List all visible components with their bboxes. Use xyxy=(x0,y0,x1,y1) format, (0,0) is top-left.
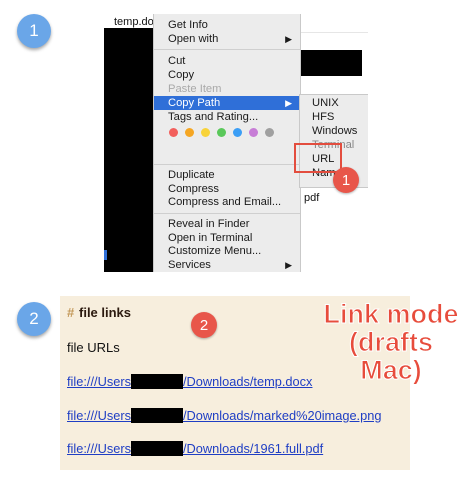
file-link[interactable]: file:///Users/Downloads/marked%20image.p… xyxy=(67,408,381,423)
menu-item-services[interactable]: Services ▶ xyxy=(154,258,300,272)
link-mode-line-1: Link mode xyxy=(323,299,459,329)
redacted-area xyxy=(300,50,362,76)
menu-item-compress-email[interactable]: Compress and Email... xyxy=(154,195,300,209)
menu-item-open-in-terminal[interactable]: Open in Terminal xyxy=(154,231,300,245)
menu-separator xyxy=(154,49,300,50)
tag-orange-icon[interactable] xyxy=(185,128,194,137)
link-prefix: file:///Users xyxy=(67,441,131,456)
file-link[interactable]: file:///Users/Downloads/temp.docx xyxy=(67,374,312,389)
submenu-item-hfs[interactable]: HFS xyxy=(312,111,334,123)
tag-gray-icon[interactable] xyxy=(265,128,274,137)
link-mode-line-2: (drafts Mac) xyxy=(348,327,433,385)
link-mode-overlay: Link mode (drafts Mac) xyxy=(316,299,466,385)
menu-separator xyxy=(154,164,300,165)
redacted-username xyxy=(131,441,183,456)
submenu-arrow-icon: ▶ xyxy=(285,34,292,44)
menu-item-paste-item: Paste Item xyxy=(168,83,222,95)
menu-item-duplicate[interactable]: Duplicate xyxy=(154,168,300,182)
link-suffix: /Downloads/temp.docx xyxy=(183,374,313,389)
context-menu: Get Info Open with ▶ Cut Copy Paste Item … xyxy=(153,14,301,272)
finder-screenshot: temp.docx pdf Get Info Open with ▶ Cut Co… xyxy=(104,14,368,272)
selection-edge xyxy=(104,250,107,260)
submenu-arrow-icon: ▶ xyxy=(285,98,292,108)
step-2-marker: 2 xyxy=(17,302,51,336)
tag-purple-icon[interactable] xyxy=(249,128,258,137)
submenu-arrow-icon: ▶ xyxy=(285,260,292,270)
menu-item-get-info[interactable]: Get Info xyxy=(154,18,300,32)
redacted-username xyxy=(131,374,183,389)
menu-item-compress[interactable]: Compress xyxy=(154,182,300,196)
link-suffix: /Downloads/1961.full.pdf xyxy=(183,441,324,456)
annotation-badge-1: 1 xyxy=(333,167,359,193)
tag-red-icon[interactable] xyxy=(169,128,178,137)
tag-yellow-icon[interactable] xyxy=(201,128,210,137)
redacted-area xyxy=(104,28,153,272)
heading-marker: # xyxy=(67,305,75,320)
url-highlight-box xyxy=(294,143,342,173)
redacted-username xyxy=(131,408,183,423)
tag-blue-icon[interactable] xyxy=(233,128,242,137)
link-prefix: file:///Users xyxy=(67,374,131,389)
tag-green-icon[interactable] xyxy=(217,128,226,137)
note-subheading: file URLs xyxy=(67,340,120,355)
drafts-editor-panel: # file links 2 Link mode (drafts Mac) fi… xyxy=(60,296,459,470)
menu-item-customize-menu[interactable]: Customize Menu... xyxy=(154,244,300,258)
annotation-badge-2: 2 xyxy=(191,312,217,338)
submenu-item-unix[interactable]: UNIX xyxy=(312,97,339,109)
step-1-marker: 1 xyxy=(17,14,51,48)
menu-item-open-with[interactable]: Open with ▶ xyxy=(154,32,300,46)
menu-item-copy-path[interactable]: Copy Path ▶ xyxy=(154,96,300,110)
link-suffix: /Downloads/marked%20image.png xyxy=(183,408,382,423)
menu-item-copy[interactable]: Copy xyxy=(154,68,300,82)
menu-item-reveal-in-finder[interactable]: Reveal in Finder xyxy=(154,217,300,231)
file-link[interactable]: file:///Users/Downloads/1961.full.pdf xyxy=(67,441,323,456)
link-prefix: file:///Users xyxy=(67,408,131,423)
note-heading: file links xyxy=(79,305,132,320)
menu-item-tags[interactable]: Tags and Rating... xyxy=(154,110,300,124)
menu-separator xyxy=(154,213,300,214)
file-name-partial: pdf xyxy=(304,192,320,204)
menu-item-cut[interactable]: Cut xyxy=(154,54,300,68)
submenu-item-windows[interactable]: Windows xyxy=(312,125,357,137)
